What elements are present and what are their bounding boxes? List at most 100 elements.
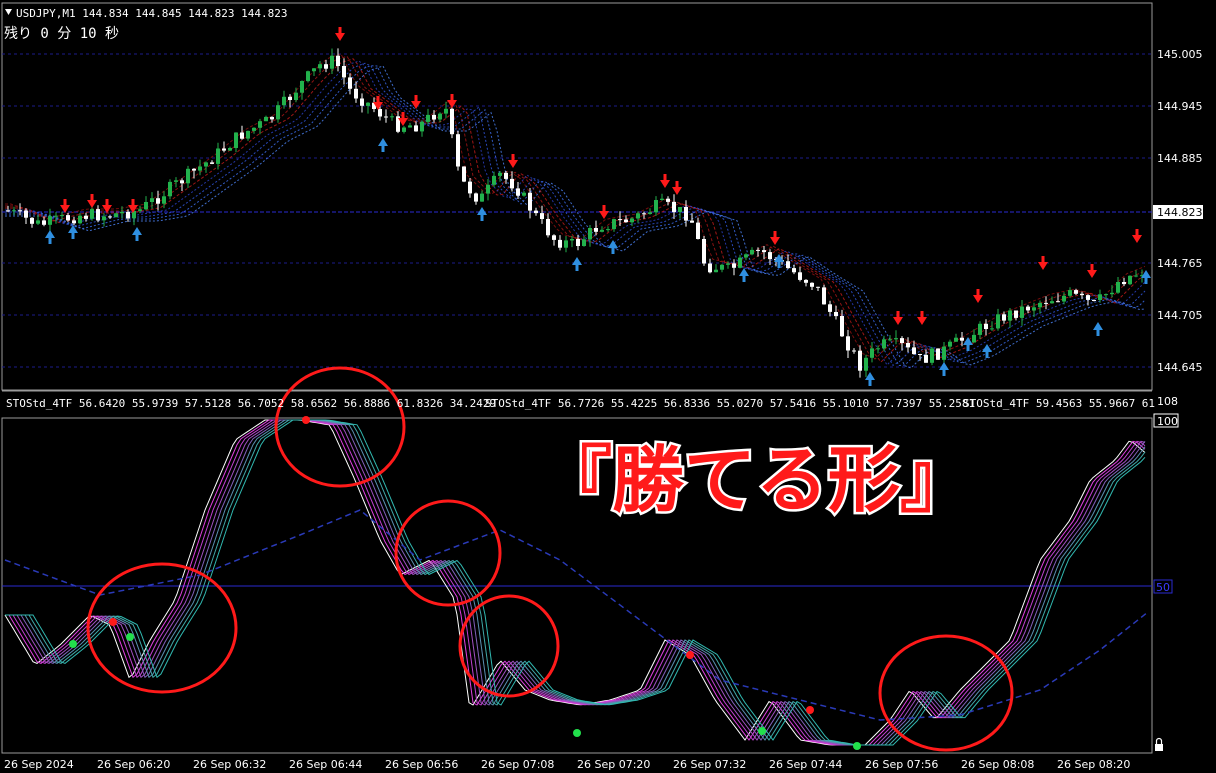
candle-body — [756, 249, 760, 251]
candle-body — [954, 337, 958, 342]
red-dot — [686, 651, 694, 659]
candle-body — [486, 184, 490, 194]
candle-body — [702, 239, 706, 264]
candle-body — [498, 172, 502, 176]
candle-body — [1026, 306, 1030, 311]
candle-body — [420, 121, 424, 132]
price-label: 144.945 — [1157, 100, 1203, 113]
candle-body — [744, 254, 748, 258]
price-label: 144.645 — [1157, 361, 1203, 374]
candle-body — [444, 108, 448, 114]
candle-body — [144, 202, 148, 210]
candle-body — [534, 210, 538, 214]
candle-body — [930, 348, 934, 363]
candle-body — [330, 55, 334, 69]
candle-body — [1080, 293, 1084, 296]
candle-body — [432, 114, 436, 120]
candle-body — [450, 108, 454, 135]
candle-body — [1002, 314, 1006, 321]
candle-body — [1014, 310, 1018, 318]
candle-body — [138, 209, 142, 211]
lock-icon[interactable] — [1155, 737, 1163, 752]
candle-body — [414, 125, 418, 132]
candle-body — [162, 196, 166, 204]
candle-body — [522, 192, 526, 196]
candle-body — [24, 210, 28, 218]
candle-body — [762, 250, 766, 253]
time-label: 26 Sep 06:32 — [193, 758, 266, 771]
candle-body — [978, 323, 982, 335]
time-label: 26 Sep 07:32 — [673, 758, 746, 771]
green-dot — [758, 727, 766, 735]
candle-body — [1122, 282, 1126, 285]
candle-body — [960, 337, 964, 341]
candle-body — [726, 263, 730, 265]
candle-body — [270, 116, 274, 120]
time-label: 26 Sep 07:20 — [577, 758, 650, 771]
candle-body — [480, 193, 484, 202]
candle-body — [324, 64, 328, 69]
sub-scale-top: 108 — [1157, 395, 1178, 408]
sub-scale-100: 100 — [1157, 415, 1178, 428]
candle-body — [318, 64, 322, 69]
candle-body — [900, 338, 904, 343]
candle-body — [672, 201, 676, 213]
candle-body — [558, 239, 562, 248]
candle-body — [366, 102, 370, 106]
candle-body — [1056, 301, 1060, 303]
candle-body — [234, 132, 238, 148]
candle-body — [1044, 302, 1048, 304]
candle-body — [312, 68, 316, 72]
candle-body — [888, 339, 892, 341]
price-label: 144.705 — [1157, 309, 1203, 322]
candle-body — [804, 279, 808, 283]
candle-body — [882, 339, 886, 349]
candle-body — [948, 341, 952, 347]
candle-body — [1062, 295, 1066, 302]
candle-body — [72, 220, 76, 224]
candle-body — [504, 172, 508, 179]
candle-body — [306, 71, 310, 82]
candle-body — [876, 348, 880, 350]
candle-body — [528, 192, 532, 211]
time-label: 26 Sep 2024 — [4, 758, 74, 771]
candle-body — [912, 347, 916, 355]
candle-body — [696, 222, 700, 239]
candle-body — [798, 272, 802, 280]
candle-body — [732, 263, 736, 268]
candle-body — [840, 316, 844, 337]
candle-body — [360, 98, 364, 106]
candle-body — [12, 210, 16, 212]
time-axis[interactable]: 26 Sep 2024 26 Sep 06:20 26 Sep 06:32 26… — [4, 758, 1130, 771]
candle-body — [126, 211, 130, 219]
price-axis[interactable]: 145.005 144.945 144.885 144.765 144.705 … — [1153, 48, 1203, 374]
candle-body — [378, 109, 382, 117]
candle-body — [768, 252, 772, 260]
candle-body — [720, 264, 724, 270]
candle-body — [810, 282, 814, 287]
candle-body — [618, 219, 622, 221]
candle-body — [108, 216, 112, 218]
candle-body — [630, 218, 634, 223]
candle-body — [18, 210, 22, 212]
time-label: 26 Sep 06:56 — [385, 758, 458, 771]
price-label: 145.005 — [1157, 48, 1203, 61]
candle-body — [516, 188, 520, 196]
candle-body — [1074, 290, 1078, 294]
candle-body — [342, 66, 346, 78]
overlay-caption: 『勝てる形』 — [540, 438, 972, 522]
candle-body — [684, 207, 688, 221]
candle-body — [792, 268, 796, 273]
candle-body — [186, 168, 190, 184]
candle-body — [852, 350, 856, 352]
candle-body — [102, 216, 106, 221]
candle-body — [546, 219, 550, 236]
candle-body — [834, 312, 838, 317]
candle-body — [990, 328, 994, 330]
candle-body — [510, 178, 514, 189]
candle-body — [198, 166, 202, 171]
trading-chart: USDJPY,M1 144.834 144.845 144.823 144.82… — [1, 2, 1203, 771]
candle-body — [384, 116, 388, 118]
indicator-values-2: STOStd_4TF 56.7726 55.4225 56.8336 55.02… — [485, 397, 975, 410]
indicator-values-1: STOStd_4TF 56.6420 55.9739 57.5128 56.70… — [6, 397, 496, 410]
